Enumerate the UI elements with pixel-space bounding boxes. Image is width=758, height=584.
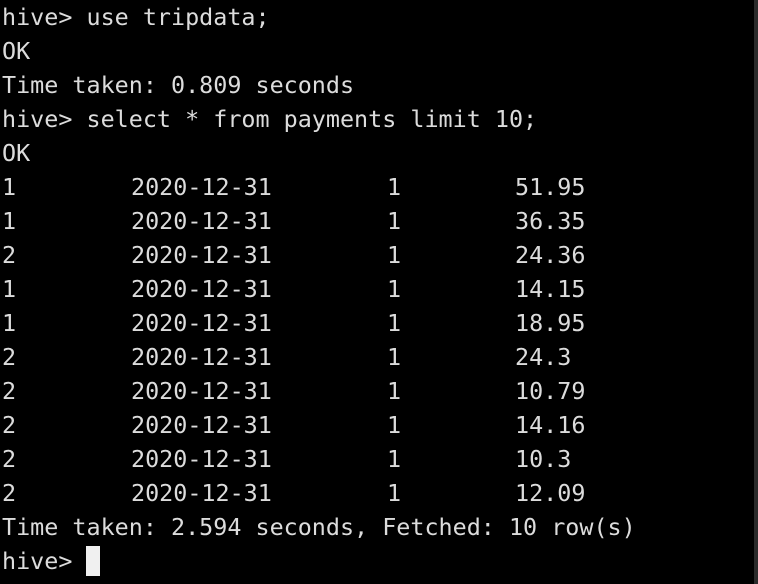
result-cell: 2 bbox=[2, 479, 17, 507]
terminal-output: hive> use tripdata; OK Time taken: 0.809… bbox=[2, 0, 636, 578]
result-cell: 1 bbox=[2, 207, 17, 235]
result-cell: 2020-12-31 bbox=[131, 479, 272, 507]
result-cell: 1 bbox=[2, 173, 17, 201]
result-cell: 1 bbox=[387, 207, 402, 235]
summary-line: Time taken: 2.594 seconds, Fetched: 10 r… bbox=[2, 513, 636, 541]
status-ok-line: OK bbox=[2, 139, 31, 167]
result-cell: 2 bbox=[2, 377, 17, 405]
result-cell: 2 bbox=[2, 343, 17, 371]
result-row: 2 2020-12-31 1 24.36 bbox=[2, 238, 636, 272]
result-cell: 24.36 bbox=[515, 241, 586, 269]
result-cell: 1 bbox=[387, 275, 402, 303]
window-edge bbox=[754, 0, 758, 584]
result-row: 1 2020-12-31 1 14.15 bbox=[2, 272, 636, 306]
result-cell: 1 bbox=[387, 411, 402, 439]
result-cell: 24.3 bbox=[515, 343, 572, 371]
result-cell: 12.09 bbox=[515, 479, 586, 507]
result-cell: 1 bbox=[387, 445, 402, 473]
result-row: 2 2020-12-31 1 10.3 bbox=[2, 442, 636, 476]
result-cell: 1 bbox=[387, 173, 402, 201]
result-cell: 51.95 bbox=[515, 173, 586, 201]
result-cell: 14.16 bbox=[515, 411, 586, 439]
result-row: 2 2020-12-31 1 10.79 bbox=[2, 374, 636, 408]
result-cell: 2020-12-31 bbox=[131, 343, 272, 371]
cursor-block bbox=[86, 545, 101, 576]
result-row: 2 2020-12-31 1 24.3 bbox=[2, 340, 636, 374]
result-cell: 2 bbox=[2, 445, 17, 473]
command-line-use: hive> use tripdata; bbox=[2, 3, 270, 31]
result-cell: 10.3 bbox=[515, 445, 572, 473]
result-cell: 1 bbox=[2, 309, 17, 337]
result-row: 1 2020-12-31 1 18.95 bbox=[2, 306, 636, 340]
prompt-line[interactable]: hive> bbox=[2, 544, 636, 578]
result-cell: 1 bbox=[387, 343, 402, 371]
result-cell: 2 bbox=[2, 241, 17, 269]
time-taken-line: Time taken: 0.809 seconds bbox=[2, 71, 355, 99]
result-row: 1 2020-12-31 1 36.35 bbox=[2, 204, 636, 238]
result-cell: 1 bbox=[387, 309, 402, 337]
result-cell: 1 bbox=[2, 275, 17, 303]
result-cell: 14.15 bbox=[515, 275, 586, 303]
result-row: 1 2020-12-31 1 51.95 bbox=[2, 170, 636, 204]
result-cell: 2020-12-31 bbox=[131, 207, 272, 235]
result-cell: 1 bbox=[387, 241, 402, 269]
result-cell: 2020-12-31 bbox=[131, 241, 272, 269]
result-cell: 2020-12-31 bbox=[131, 173, 272, 201]
result-cell: 10.79 bbox=[515, 377, 586, 405]
result-cell: 1 bbox=[387, 479, 402, 507]
result-cell: 18.95 bbox=[515, 309, 586, 337]
result-cell: 2020-12-31 bbox=[131, 309, 272, 337]
command-line-select: hive> select * from payments limit 10; bbox=[2, 105, 538, 133]
result-cell: 2020-12-31 bbox=[131, 445, 272, 473]
terminal-window[interactable]: hive> use tripdata; OK Time taken: 0.809… bbox=[0, 0, 758, 584]
result-cell: 36.35 bbox=[515, 207, 586, 235]
result-cell: 2 bbox=[2, 411, 17, 439]
result-cell: 2020-12-31 bbox=[131, 377, 272, 405]
result-cell: 1 bbox=[387, 377, 402, 405]
result-cell: 2020-12-31 bbox=[131, 275, 272, 303]
result-row: 2 2020-12-31 1 12.09 bbox=[2, 476, 636, 510]
status-ok-line: OK bbox=[2, 37, 31, 65]
result-row: 2 2020-12-31 1 14.16 bbox=[2, 408, 636, 442]
result-cell: 2020-12-31 bbox=[131, 411, 272, 439]
